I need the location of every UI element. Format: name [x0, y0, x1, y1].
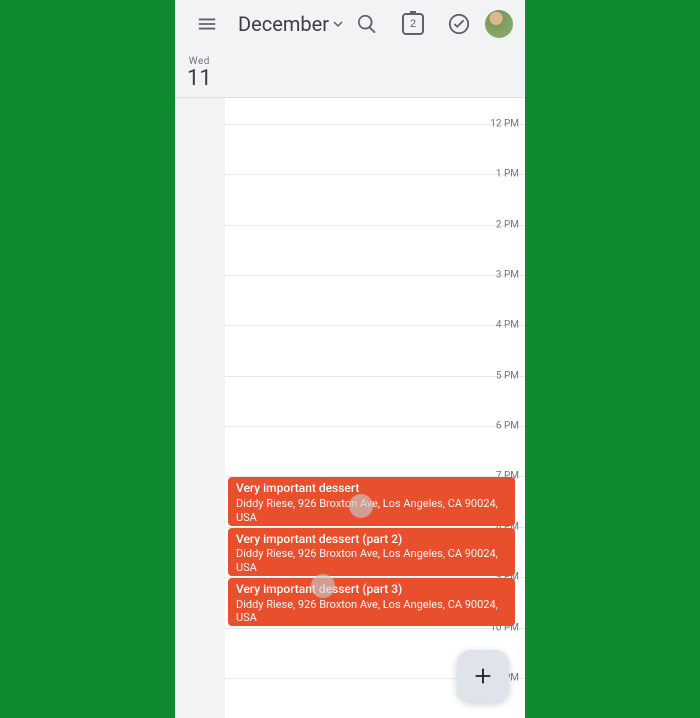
today-badge: 2 — [410, 18, 416, 30]
event-location: Diddy Riese, 926 Broxton Ave, Los Angele… — [236, 497, 507, 525]
tasks-button[interactable] — [439, 4, 479, 44]
time-gutter — [175, 98, 225, 718]
time-label: 12 PM — [490, 119, 519, 130]
hour-gridline — [225, 376, 525, 377]
day-of-week: Wed — [187, 56, 212, 67]
today-icon: 2 — [402, 13, 424, 35]
create-event-button[interactable] — [457, 650, 509, 702]
hour-gridline — [225, 225, 525, 226]
event-title: Very important dessert (part 3) — [236, 582, 507, 596]
hour-gridline — [225, 325, 525, 326]
event-title: Very important dessert (part 2) — [236, 532, 507, 546]
day-of-month: 11 — [187, 68, 212, 90]
day-label[interactable]: Wed 11 — [187, 56, 212, 90]
search-button[interactable] — [347, 4, 387, 44]
day-grid[interactable]: 12 PM1 PM2 PM3 PM4 PM5 PM6 PM7 PM8 PM9 P… — [175, 98, 525, 718]
month-label: December — [238, 12, 329, 36]
calendar-event[interactable]: Very important dessert (part 3) Diddy Rie… — [228, 578, 515, 626]
calendar-app: December 2 Wed 11 12 PM1 PM2 PM3 P — [175, 0, 525, 718]
time-label: 3 PM — [496, 270, 519, 281]
today-button[interactable]: 2 — [393, 4, 433, 44]
month-selector[interactable]: December — [230, 12, 343, 36]
caret-down-icon — [333, 19, 343, 29]
hour-gridline — [225, 628, 525, 629]
time-label: 5 PM — [496, 370, 519, 381]
calendar-event[interactable]: Very important dessert (part 2)Diddy Rie… — [228, 528, 515, 576]
time-label: 6 PM — [496, 421, 519, 432]
hour-gridline — [225, 426, 525, 427]
header-actions: 2 — [347, 4, 513, 44]
time-label: 2 PM — [496, 219, 519, 230]
account-avatar[interactable] — [485, 10, 513, 38]
day-header: Wed 11 — [175, 48, 525, 98]
tasks-icon — [448, 13, 470, 35]
hour-gridline — [225, 174, 525, 175]
time-label: 1 PM — [496, 169, 519, 180]
plus-icon — [472, 665, 494, 687]
event-title: Very important dessert — [236, 481, 507, 495]
calendar-event[interactable]: Very important dessert Diddy Riese, 926 B… — [228, 477, 515, 525]
time-label: 4 PM — [496, 320, 519, 331]
hour-gridline — [225, 275, 525, 276]
search-icon — [356, 13, 378, 35]
hour-gridline — [225, 124, 525, 125]
menu-button[interactable] — [187, 4, 226, 44]
menu-icon — [196, 13, 218, 35]
event-location: Diddy Riese, 926 Broxton Ave, Los Angele… — [236, 547, 507, 575]
app-header: December 2 — [175, 0, 525, 48]
event-location: Diddy Riese, 926 Broxton Ave, Los Angele… — [236, 598, 507, 626]
